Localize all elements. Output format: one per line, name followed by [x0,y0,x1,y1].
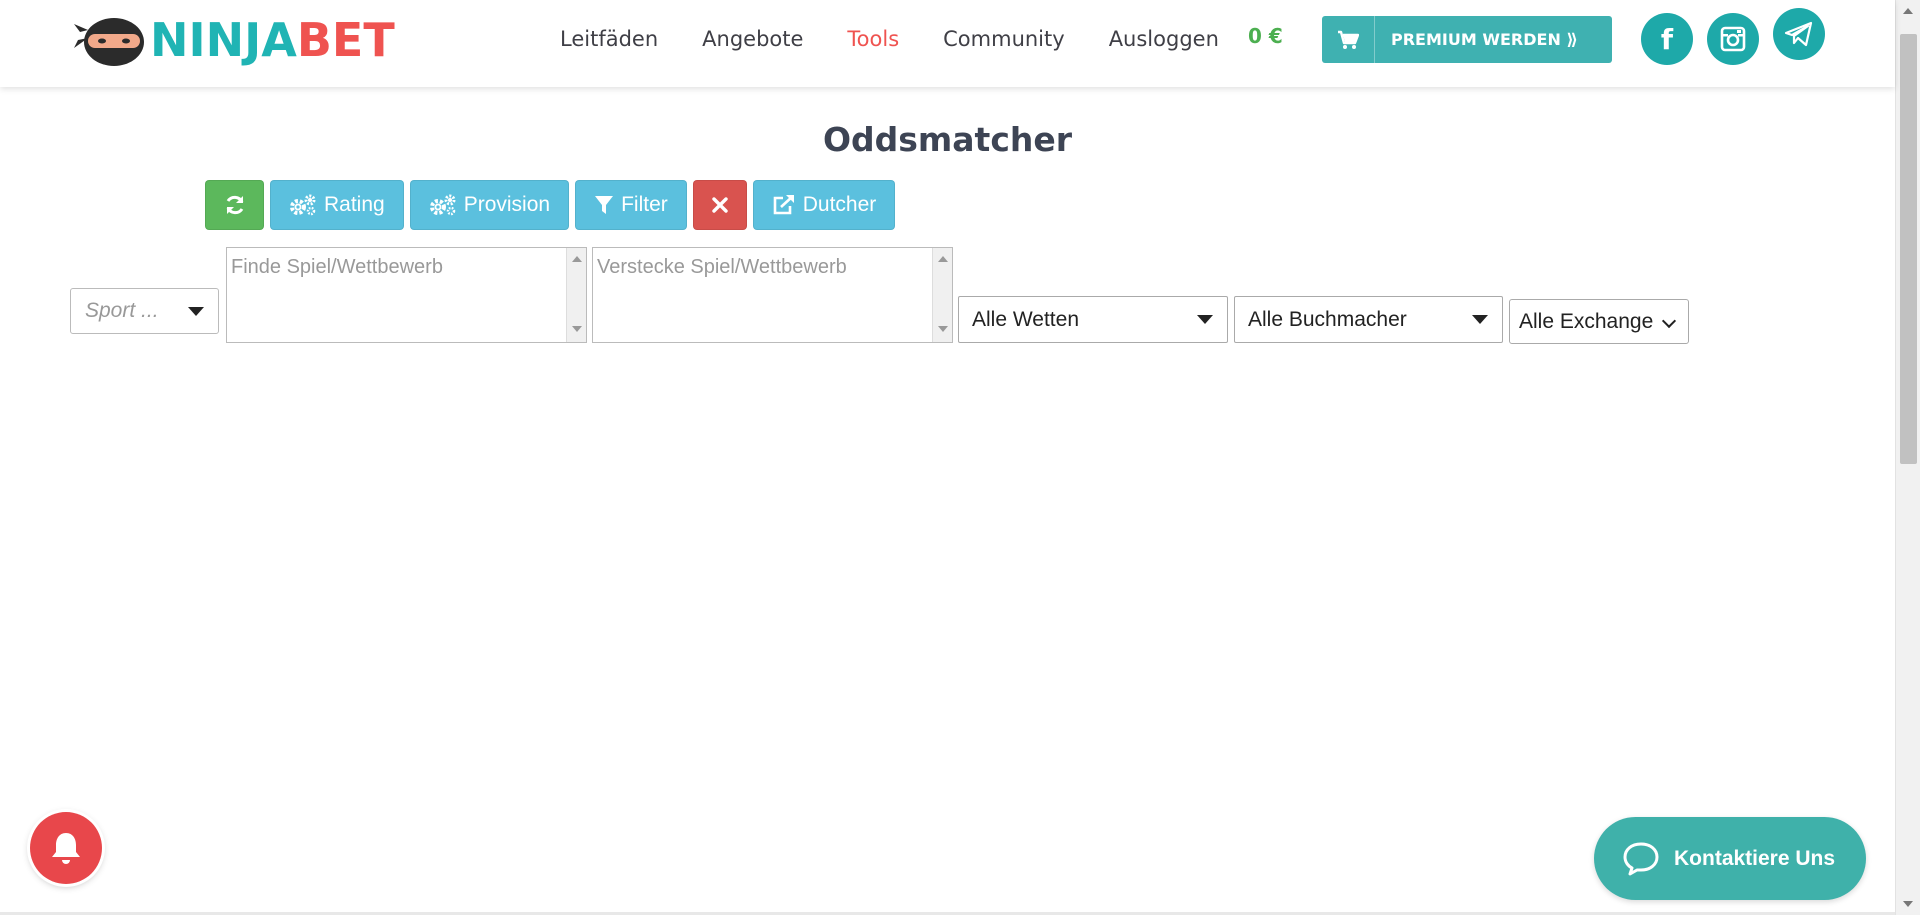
bell-icon [52,833,80,864]
page-title: Oddsmatcher [822,120,1073,159]
logo-text-bet: BET [296,13,395,67]
facebook-glyph: f [1660,22,1674,56]
close-icon [712,197,728,213]
exchange-select[interactable]: Alle Exchange [1509,299,1689,344]
gears-icon [429,194,456,216]
contact-us-button[interactable]: Kontaktiere Uns [1594,817,1866,900]
external-link-icon [773,195,794,215]
chevron-down-icon [1661,313,1677,329]
gears-icon [290,194,316,216]
scroll-up-icon[interactable] [938,256,948,262]
bookmaker-select-value: Alle Buchmacher [1248,307,1407,331]
bets-select[interactable]: Alle Wetten [958,296,1228,343]
bookmaker-select[interactable]: Alle Buchmacher [1234,296,1503,343]
logo-text: NINJABET [150,17,395,63]
logo-text-ninja: NINJA [150,13,297,67]
sport-placeholder: Sport ... [85,299,159,322]
page-scrollbar[interactable] [1895,0,1920,915]
scroll-up-icon[interactable] [572,256,582,262]
clear-filters-button[interactable] [692,180,747,230]
hide-event-scrollbar[interactable] [932,248,952,342]
refresh-icon [226,195,243,215]
hide-event-box [592,247,953,343]
exchange-select-value: Alle Exchange [1519,309,1654,333]
nav-item-community[interactable]: Community [943,27,1065,51]
sport-select[interactable]: Sport ... [70,288,219,334]
instagram-icon[interactable] [1707,13,1759,65]
find-event-box [226,247,587,343]
nav-item-leitfaeden[interactable]: Leitfäden [560,27,658,51]
filter-button[interactable]: Filter [575,180,687,230]
filter-icon [595,196,614,214]
caret-down-icon [188,307,204,316]
find-event-input[interactable] [227,248,568,342]
chat-bubble-icon [1623,842,1659,875]
dutcher-label: Dutcher [802,193,877,216]
filter-label: Filter [621,193,668,216]
nav-item-ausloggen[interactable]: Ausloggen [1109,27,1219,51]
rating-button[interactable]: Rating [270,180,404,230]
find-event-scrollbar[interactable] [566,248,586,342]
provision-button[interactable]: Provision [409,180,570,230]
premium-button[interactable]: PREMIUM WERDEN ⟫ [1322,16,1612,63]
rating-label: Rating [324,193,385,216]
hide-event-input[interactable] [593,248,934,342]
ninjabet-logo[interactable]: NINJABET [74,14,395,66]
nav-item-tools[interactable]: Tools [847,27,899,51]
dutcher-button[interactable]: Dutcher [752,180,896,230]
nav-item-angebote[interactable]: Angebote [702,27,803,51]
scroll-down-icon[interactable] [938,326,948,332]
scroll-down-icon[interactable] [1903,901,1913,907]
site-header: NINJABET Leitfäden Angebote Tools Commun… [0,0,1895,87]
notification-bell-button[interactable] [30,812,102,884]
scroll-down-icon[interactable] [572,326,582,332]
refresh-button[interactable] [205,180,264,230]
provision-label: Provision [463,193,551,216]
bets-select-value: Alle Wetten [972,307,1079,331]
scrollbar-thumb[interactable] [1900,34,1917,464]
cart-icon [1322,16,1375,63]
telegram-icon[interactable] [1773,8,1825,60]
account-balance[interactable]: 0 € [1248,24,1283,48]
caret-down-icon [1472,315,1488,324]
facebook-icon[interactable]: f [1641,13,1693,65]
contact-us-label: Kontaktiere Uns [1674,846,1836,870]
main-nav: Leitfäden Angebote Tools Community Auslo… [560,0,1263,77]
oddsmatcher-toolbar: Rating Provision Filter Dutcher [205,180,901,230]
ninja-mask-icon [74,18,144,66]
caret-down-icon [1197,315,1213,324]
premium-label: PREMIUM WERDEN ⟫ [1391,30,1578,49]
scroll-up-icon[interactable] [1903,8,1913,14]
